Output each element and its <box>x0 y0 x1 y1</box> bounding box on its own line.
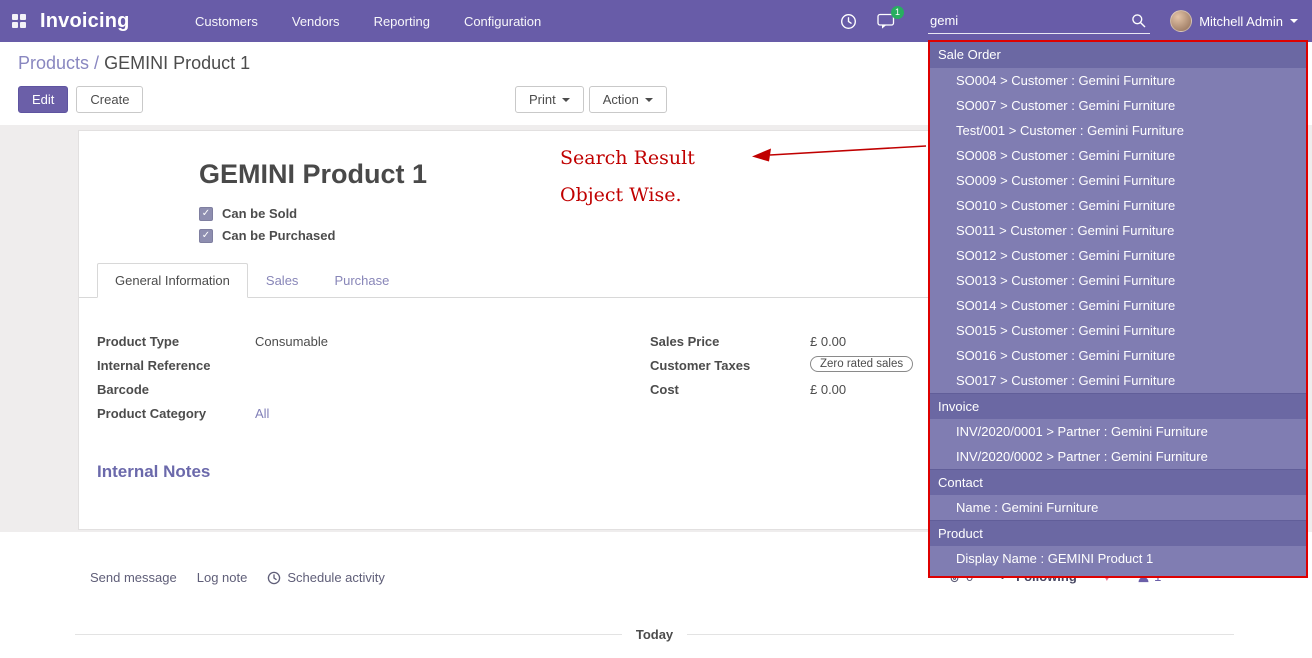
tab-sales[interactable]: Sales <box>248 263 317 298</box>
search-results-dropdown: Sale Order SO004 > Customer : Gemini Fur… <box>928 40 1308 578</box>
search-result-item[interactable]: SO009 > Customer : Gemini Furniture <box>930 168 1306 193</box>
can-be-sold-label: Can be Sold <box>222 206 297 221</box>
messages-icon[interactable]: 1 <box>877 13 895 30</box>
chevron-down-icon <box>645 98 653 102</box>
top-navbar: Invoicing Customers Vendors Reporting Co… <box>0 0 1312 42</box>
field-barcode: Barcode <box>97 382 650 399</box>
dropdown-section-product: Product <box>930 520 1306 546</box>
field-product-type: Product Type Consumable <box>97 334 650 351</box>
can-be-purchased-checkbox[interactable] <box>199 229 213 243</box>
create-button[interactable]: Create <box>76 86 143 113</box>
search-result-item[interactable]: SO017 > Customer : Gemini Furniture <box>930 368 1306 393</box>
annotation-line-2: Object Wise. <box>560 177 695 214</box>
action-button[interactable]: Action <box>589 86 667 113</box>
user-name: Mitchell Admin <box>1199 14 1283 29</box>
log-note-link[interactable]: Log note <box>197 570 248 585</box>
user-menu[interactable]: Mitchell Admin <box>1170 0 1298 42</box>
app-name[interactable]: Invoicing <box>40 10 130 33</box>
menu-configuration[interactable]: Configuration <box>464 14 541 29</box>
today-divider: Today <box>75 627 1234 642</box>
menu-vendors[interactable]: Vendors <box>292 14 340 29</box>
clock-icon <box>267 571 281 585</box>
breadcrumb-products-link[interactable]: Products <box>18 53 89 73</box>
search-result-item[interactable]: SO015 > Customer : Gemini Furniture <box>930 318 1306 343</box>
schedule-activity-link[interactable]: Schedule activity <box>267 570 385 585</box>
dropdown-section-invoice: Invoice <box>930 393 1306 419</box>
chatter-actions: Send message Log note Schedule activity <box>90 570 385 585</box>
dropdown-section-contact: Contact <box>930 469 1306 495</box>
search-result-item[interactable]: Test/001 > Customer : Gemini Furniture <box>930 118 1306 143</box>
search-result-item[interactable]: INV/2020/0002 > Partner : Gemini Furnitu… <box>930 444 1306 469</box>
can-be-sold-checkbox[interactable] <box>199 207 213 221</box>
search-result-item[interactable]: SO013 > Customer : Gemini Furniture <box>930 268 1306 293</box>
chevron-down-icon <box>1290 19 1298 23</box>
user-avatar <box>1170 10 1192 32</box>
action-buttons: Print Action <box>515 86 667 113</box>
annotation-arrow <box>744 140 934 168</box>
search-result-item[interactable]: Name : Gemini Furniture <box>930 495 1306 520</box>
search-input[interactable] <box>928 8 1150 34</box>
breadcrumb-separator: / <box>94 53 99 73</box>
search-result-item[interactable]: INV/2020/0001 > Partner : Gemini Furnitu… <box>930 419 1306 444</box>
search-result-item[interactable]: SO012 > Customer : Gemini Furniture <box>930 243 1306 268</box>
tab-purchase[interactable]: Purchase <box>316 263 407 298</box>
field-product-category: Product Category All <box>97 406 650 423</box>
edit-button[interactable]: Edit <box>18 86 68 113</box>
navbar-left: Invoicing <box>12 0 130 42</box>
search-icon[interactable] <box>1131 13 1146 31</box>
annotation-text: Search Result Object Wise. <box>560 140 695 214</box>
field-internal-reference: Internal Reference <box>97 358 650 375</box>
screen: Invoicing Customers Vendors Reporting Co… <box>0 0 1312 658</box>
search-result-item[interactable]: SO011 > Customer : Gemini Furniture <box>930 218 1306 243</box>
navbar-search <box>928 8 1150 34</box>
tab-general-information[interactable]: General Information <box>97 263 248 298</box>
messages-badge: 1 <box>891 6 904 19</box>
dropdown-section-sale-order: Sale Order <box>930 42 1306 68</box>
menu-reporting[interactable]: Reporting <box>374 14 430 29</box>
search-result-item[interactable]: Display Name : GEMINI Product 1 <box>930 546 1306 571</box>
product-category-link[interactable]: All <box>255 406 269 421</box>
send-message-link[interactable]: Send message <box>90 570 177 585</box>
search-result-item[interactable]: SO016 > Customer : Gemini Furniture <box>930 343 1306 368</box>
search-result-item[interactable]: SO007 > Customer : Gemini Furniture <box>930 93 1306 118</box>
annotation-line-1: Search Result <box>560 140 695 177</box>
search-result-item[interactable]: SO010 > Customer : Gemini Furniture <box>930 193 1306 218</box>
systray: 1 <box>840 0 895 42</box>
activities-clock-icon[interactable] <box>840 13 857 30</box>
form-buttons: Edit Create <box>18 86 143 113</box>
apps-menu-icon[interactable] <box>12 14 26 28</box>
search-result-item[interactable]: SO004 > Customer : Gemini Furniture <box>930 68 1306 93</box>
search-result-item[interactable]: SO008 > Customer : Gemini Furniture <box>930 143 1306 168</box>
print-button[interactable]: Print <box>515 86 584 113</box>
breadcrumb-current: GEMINI Product 1 <box>104 53 250 73</box>
can-be-purchased-label: Can be Purchased <box>222 228 335 243</box>
chevron-down-icon <box>562 98 570 102</box>
field-group-left: Product Type Consumable Internal Referen… <box>97 334 650 430</box>
menu-customers[interactable]: Customers <box>195 14 258 29</box>
today-label: Today <box>636 627 673 642</box>
navbar-menus: Customers Vendors Reporting Configuratio… <box>195 0 541 42</box>
tax-tag: Zero rated sales <box>810 356 913 372</box>
breadcrumb: Products/GEMINI Product 1 <box>18 53 250 74</box>
search-result-item[interactable]: SO014 > Customer : Gemini Furniture <box>930 293 1306 318</box>
